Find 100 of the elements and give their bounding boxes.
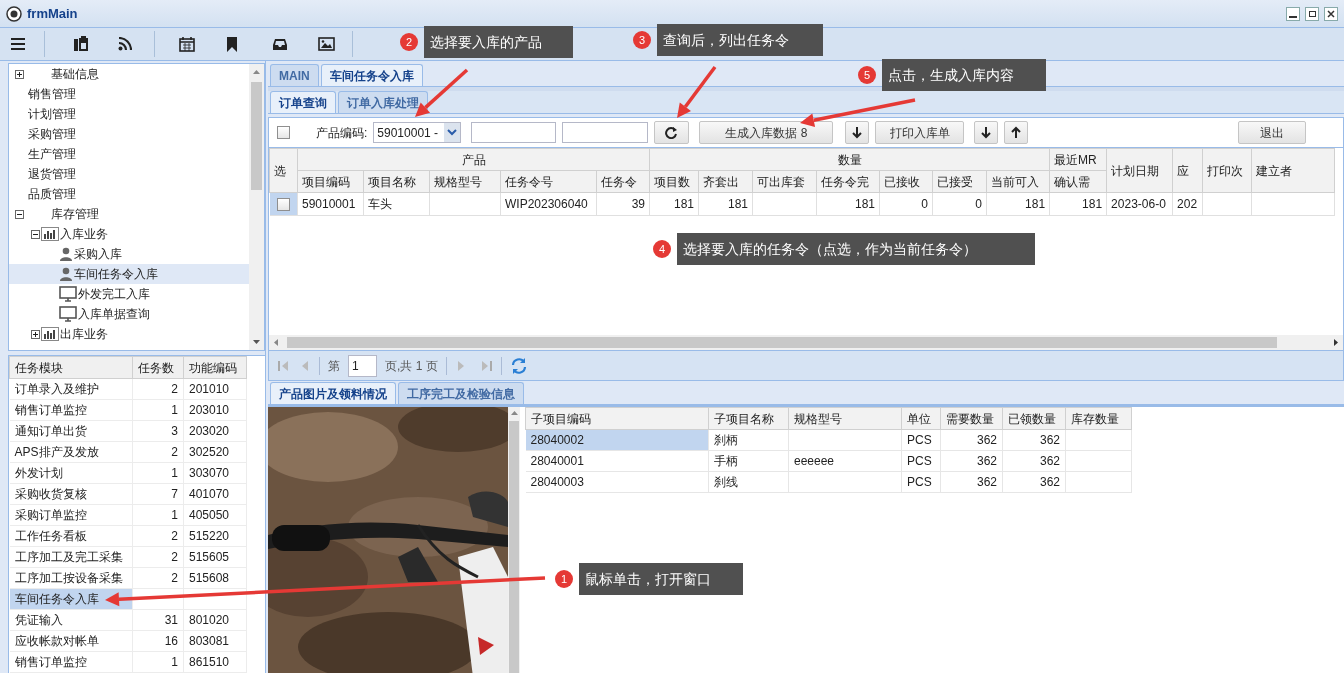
- column-header[interactable]: 需要数量: [940, 407, 1003, 430]
- scrollbar[interactable]: [508, 407, 520, 673]
- column-header[interactable]: 最近MR: [1049, 148, 1107, 171]
- column-header[interactable]: 单位: [901, 407, 941, 430]
- tab[interactable]: 产品图片及领料情况: [270, 382, 396, 404]
- tree-item[interactable]: 品质管理: [27, 185, 77, 203]
- up-arrow-button[interactable]: [1004, 121, 1029, 144]
- column-header[interactable]: 任务模块: [9, 356, 133, 379]
- column-header[interactable]: 子项目名称: [708, 407, 789, 430]
- expand-icon[interactable]: [15, 69, 24, 79]
- tree-item[interactable]: 外发完工入库: [78, 285, 150, 303]
- column-header[interactable]: 任务数: [132, 356, 184, 379]
- collapse-icon[interactable]: [31, 229, 40, 239]
- table-cell[interactable]: 订单录入及维护: [9, 378, 133, 400]
- column-group-header: 产品: [297, 148, 650, 171]
- rss-icon[interactable]: [118, 37, 132, 51]
- refresh-button[interactable]: [654, 121, 690, 144]
- button[interactable]: 退出: [1238, 121, 1307, 144]
- calendar-icon[interactable]: [179, 36, 195, 52]
- down-arrow-button[interactable]: [845, 121, 870, 144]
- checkbox[interactable]: [277, 126, 290, 139]
- table-cell[interactable]: 工序加工及完工采集: [9, 546, 133, 568]
- callout-text: 选择要入库的任务令（点选，作为当前任务令）: [677, 233, 1035, 265]
- table-cell[interactable]: 采购订单监控: [9, 504, 133, 526]
- column-header[interactable]: 库存数量: [1065, 407, 1132, 430]
- column-header[interactable]: 计划日期: [1106, 148, 1173, 193]
- callout-text: 点击，生成入库内容: [882, 59, 1046, 91]
- collapse-icon[interactable]: [15, 209, 24, 219]
- bookmark-icon[interactable]: [226, 36, 238, 52]
- tree-item[interactable]: 生产管理: [27, 145, 77, 163]
- menu-icon[interactable]: [10, 37, 26, 51]
- tab[interactable]: 订单入库处理: [338, 91, 428, 113]
- table-cell[interactable]: 销售订单监控: [9, 651, 133, 673]
- tree-item[interactable]: 计划管理: [27, 105, 77, 123]
- page-field[interactable]: 1: [348, 354, 377, 377]
- table-cell[interactable]: 28040003: [525, 471, 709, 493]
- row-selector[interactable]: [269, 192, 298, 216]
- table-cell[interactable]: 28040001: [525, 450, 709, 472]
- close-button[interactable]: [1324, 6, 1338, 21]
- input-field[interactable]: [562, 122, 649, 143]
- table-cell: 59010001: [297, 192, 364, 216]
- table-cell[interactable]: 工序加工按设备采集: [9, 567, 133, 589]
- tab[interactable]: 工序完工及检验信息: [398, 382, 524, 404]
- scrollbar[interactable]: [269, 335, 1343, 350]
- tree-item[interactable]: 退货管理: [27, 165, 77, 183]
- column-header[interactable]: 应: [1172, 148, 1203, 193]
- table-cell[interactable]: 工作任务看板: [9, 525, 133, 547]
- callout-text: 查询后，列出任务令: [657, 24, 823, 56]
- refresh-icon[interactable]: [509, 356, 528, 375]
- tree-item[interactable]: 基础信息: [48, 65, 102, 83]
- table-cell[interactable]: 28040002: [525, 429, 709, 451]
- column-header[interactable]: 规格型号: [788, 407, 902, 430]
- table-cell[interactable]: 应收帐款对帐单: [9, 630, 133, 652]
- number-badge: 5: [858, 66, 876, 84]
- table-cell: 181: [986, 192, 1050, 216]
- app-logo-icon: [6, 5, 22, 22]
- table-cell[interactable]: 外发计划: [9, 462, 133, 484]
- tree-item[interactable]: 采购管理: [27, 125, 77, 143]
- column-header[interactable]: 打印次: [1202, 148, 1252, 193]
- tab[interactable]: 车间任务令入库: [320, 64, 423, 86]
- table-cell: 车头: [363, 192, 430, 216]
- input-field[interactable]: [471, 122, 557, 143]
- column-header[interactable]: 子项目编码: [525, 407, 709, 430]
- pager-label: 第: [328, 357, 340, 375]
- caret-icon: [444, 123, 461, 142]
- column-group-header: 数量: [649, 148, 1050, 171]
- table-cell[interactable]: 凭证输入: [9, 609, 133, 631]
- clipboard-icon[interactable]: [73, 36, 89, 52]
- column-header[interactable]: 建立者: [1251, 148, 1335, 193]
- tree-item[interactable]: 采购入库: [74, 245, 122, 263]
- tab[interactable]: 订单查询: [270, 91, 336, 113]
- down-arrow-button[interactable]: [974, 121, 999, 144]
- column-header[interactable]: 选: [269, 148, 298, 193]
- checkbox[interactable]: [276, 197, 290, 211]
- column-header[interactable]: 功能编码: [183, 356, 247, 379]
- window-title: frmMain: [27, 4, 78, 23]
- table-cell[interactable]: APS排产及发放: [9, 441, 133, 463]
- tab[interactable]: MAIN: [270, 64, 319, 86]
- tree-item[interactable]: 库存管理: [48, 205, 102, 223]
- tree-item[interactable]: 入库业务: [60, 225, 108, 243]
- product-code-dropdown[interactable]: 59010001 -: [373, 122, 462, 143]
- button[interactable]: 生成入库数据 8: [699, 121, 834, 144]
- user-icon: [59, 247, 73, 261]
- inbox-icon[interactable]: [272, 37, 288, 51]
- restore-button[interactable]: [1305, 6, 1319, 21]
- column-header[interactable]: 已领数量: [1002, 407, 1066, 430]
- table-cell: 181: [816, 192, 880, 216]
- expand-icon[interactable]: [31, 329, 40, 339]
- scrollbar[interactable]: [249, 64, 264, 350]
- minimize-button[interactable]: [1286, 6, 1300, 21]
- table-cell[interactable]: 采购收货复核: [9, 483, 133, 505]
- refresh-icon: [665, 126, 679, 139]
- image-icon[interactable]: [318, 37, 335, 51]
- tree-item[interactable]: 入库单据查询: [78, 305, 150, 323]
- button[interactable]: 打印入库单: [875, 121, 965, 144]
- tree-item[interactable]: 销售管理: [27, 85, 77, 103]
- table-cell[interactable]: 通知订单出货: [9, 420, 133, 442]
- table-cell[interactable]: 销售订单监控: [9, 399, 133, 421]
- tree-item[interactable]: 出库业务: [60, 325, 108, 343]
- bar-chart-icon: [41, 327, 59, 341]
